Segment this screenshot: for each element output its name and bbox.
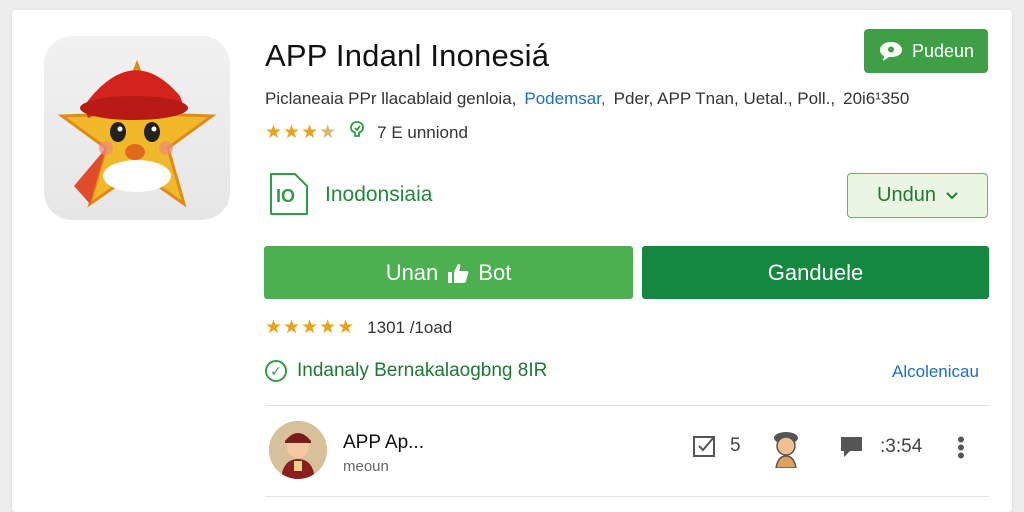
- language-icon: IO: [270, 173, 308, 215]
- top-action-button[interactable]: Pudeun: [864, 29, 988, 73]
- review-stars: ★★★★★: [265, 317, 356, 338]
- divider-top: [265, 405, 989, 406]
- language-label: Inodonsiaia: [325, 183, 433, 206]
- badge-icon: [349, 121, 365, 144]
- language-select[interactable]: Undun: [847, 173, 988, 218]
- install-button-label: Unan: [385, 259, 439, 285]
- message-bubble-icon: [879, 42, 902, 61]
- checks-count: 5: [730, 435, 741, 456]
- comments-count: :3:54: [880, 436, 923, 457]
- meta-text-1: Piclaneaia PPr llacablaid genloia,: [265, 89, 517, 108]
- divider-bottom: [265, 496, 989, 497]
- meta-text-3: 20i6¹350: [843, 89, 910, 108]
- chevron-down-icon: [946, 191, 958, 199]
- install-button[interactable]: Unan Bot: [264, 246, 633, 299]
- secondary-button-label: Ganduele: [767, 259, 864, 285]
- developer-avatar-icon: [269, 421, 327, 479]
- comment-icon: [841, 437, 862, 457]
- svg-text:IO: IO: [276, 186, 295, 206]
- verified-text: Indanaly Bernakalaogbng 8IR: [297, 360, 548, 381]
- more-vert-icon[interactable]: • • •: [956, 429, 966, 467]
- meta-text-2: Pder, APP Tnan, Uetal., Poll.,: [613, 89, 836, 108]
- avatar[interactable]: [269, 421, 327, 479]
- verified-row: ✓ Indanaly Bernakalaogbng 8IR: [265, 360, 547, 382]
- checkbox-icon: [693, 436, 715, 457]
- language-select-label: Undun: [877, 184, 936, 206]
- thumbs-up-icon: [448, 263, 469, 283]
- comments-stat[interactable]: :3:54: [838, 434, 922, 460]
- top-action-label: Pudeun: [911, 40, 975, 61]
- app-meta: Piclaneaia PPr llacablaid genloia, Podem…: [265, 89, 909, 109]
- developer-subtitle: meoun: [343, 458, 389, 475]
- check-circle-icon: ✓: [265, 360, 287, 382]
- review-text: 1301 /1oad: [367, 317, 453, 337]
- star-mascot-icon: [57, 59, 217, 208]
- app-title: APP Indanl Inonesiá: [265, 38, 550, 73]
- review-rating-row: ★★★★★ 1301 /1oad: [265, 316, 452, 339]
- rating-text: 7 E unniond: [377, 122, 468, 142]
- app-icon: [44, 36, 230, 220]
- rating-stars: ★★★★: [265, 122, 338, 143]
- install-button-label-2: Bot: [478, 259, 512, 285]
- person-icon[interactable]: [768, 428, 804, 468]
- rating-row: ★★★★ 7 E unniond: [265, 121, 468, 144]
- more-link[interactable]: Alcolenicau: [892, 362, 979, 382]
- meta-link[interactable]: Podemsar,: [524, 89, 605, 109]
- checks-stat[interactable]: 5: [692, 434, 741, 458]
- secondary-button[interactable]: Ganduele: [642, 246, 989, 299]
- developer-name: APP Ap...: [343, 432, 424, 453]
